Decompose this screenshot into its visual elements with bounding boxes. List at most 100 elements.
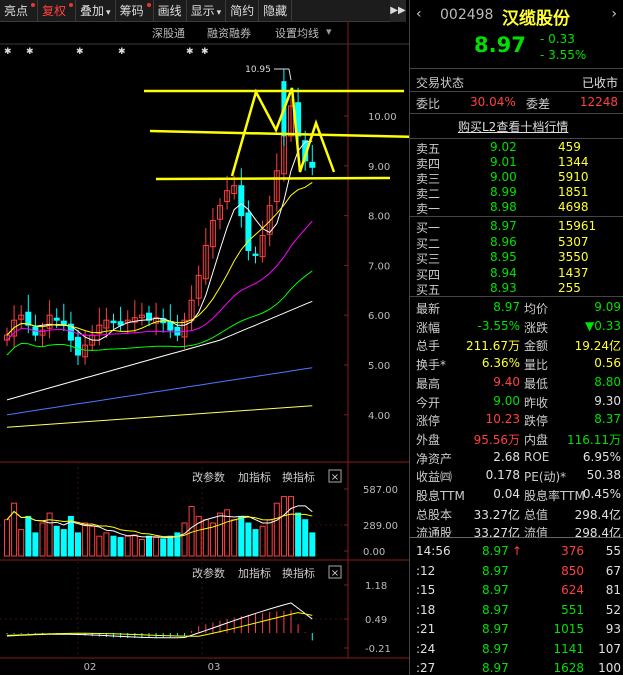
tick-row: 14:56 8.97 ↑ 376 55 — [410, 541, 623, 560]
tick-time: :24 — [416, 641, 436, 656]
high-price-label: 10.95 — [245, 65, 271, 75]
stat-label: 外盘 — [416, 432, 441, 447]
volume-bar — [309, 532, 316, 557]
candle-body — [252, 253, 259, 256]
kline-chart-area[interactable]: 10.00 9.00 8.00 7.00 6.00 5.00 4.00 ✱ ✱ ✱ ✱ ✱ ✱ 10.95… — [0, 0, 409, 675]
stat-value: 2.68 — [493, 449, 520, 464]
volume-bar — [252, 529, 259, 557]
bid-volume: 15961 — [558, 219, 597, 233]
stat-label: ROE — [524, 449, 550, 464]
event-marker-icon: ✱ — [26, 47, 34, 57]
tick-volume: 1015 — [553, 622, 584, 636]
volume-bar — [18, 529, 25, 557]
volume-bar — [131, 534, 138, 557]
ask-row: 卖三 9.00 5910 — [410, 170, 623, 186]
volume-bar — [124, 535, 131, 557]
stats-row: 总手 211.67万 金额 19.24亿 — [410, 335, 623, 354]
price-tick-label: 9.00 — [368, 162, 390, 173]
stat-label: 最低 — [524, 376, 549, 391]
toolbar-item-3[interactable]: 筹码 — [116, 0, 154, 22]
stat-label: 股息率TTM — [524, 489, 585, 503]
toolbar-item-4[interactable]: 画线 — [154, 0, 187, 22]
prev-stock-icon[interactable]: ‹ — [416, 6, 422, 22]
candle-body — [167, 321, 174, 331]
buy-level2-link[interactable]: 购买L2查看十档行情 — [458, 118, 568, 135]
date-axis-label: 02 — [84, 662, 97, 673]
macd-axis-label: 1.18 — [365, 581, 387, 592]
volume-bar — [295, 512, 302, 557]
stat-label: 量比 — [524, 358, 549, 373]
volume-bar — [110, 535, 117, 557]
bid-price: 8.95 — [490, 250, 517, 264]
vol-axis-label: 0.00 — [363, 547, 385, 558]
stat-value: 8.37 — [594, 412, 621, 427]
bid-volume: 3550 — [558, 250, 589, 264]
next-stock-icon[interactable]: › — [611, 6, 617, 22]
tick-count: 100 — [598, 661, 621, 675]
toolbar-item-2[interactable]: 叠加 ▾ — [76, 0, 116, 22]
vol-ma5-line — [6, 505, 313, 539]
vol-edit-params-button[interactable]: 改参数 — [192, 470, 225, 484]
drawn-neckline — [149, 129, 409, 139]
toolbar-more-button[interactable]: ▶▶ — [390, 0, 406, 22]
stat-value: 116.11万 — [567, 432, 621, 447]
volume-bar — [288, 496, 294, 557]
shenzhen-connect-toggle[interactable]: 深股通 — [152, 25, 185, 41]
vol-axis-label: 587.00 — [363, 485, 398, 496]
tick-count: 55 — [605, 544, 621, 558]
tick-volume: 551 — [561, 602, 584, 617]
price-tick-label: 7.00 — [368, 261, 390, 272]
tick-time: :12 — [416, 563, 436, 578]
macd-axis-label: -0.21 — [365, 644, 391, 655]
event-marker-icon: ✱ — [4, 47, 12, 57]
price-change-pct: - 3.55% — [540, 48, 587, 62]
toolbar-item-1[interactable]: 复权 — [38, 0, 77, 22]
tick-price: 8.97 — [482, 544, 509, 558]
ask-row: 卖四 9.01 1344 — [410, 155, 623, 171]
chevron-down-icon[interactable]: ▾ — [326, 25, 332, 38]
ma5-line — [6, 140, 313, 341]
volume-bar — [273, 502, 280, 557]
volume-bar — [217, 512, 223, 557]
stat-label: 涨跌 — [524, 320, 549, 335]
stat-value: 33.27亿 — [473, 507, 520, 522]
event-marker-icon: ✱ — [186, 47, 194, 57]
notification-dot-icon — [31, 3, 36, 7]
bid-row: 买五 8.93 255 — [410, 281, 623, 297]
volume-bar — [160, 538, 167, 557]
price-tick-label: 4.00 — [368, 411, 390, 422]
vol-switch-indicator-button[interactable]: 换指标 — [282, 470, 315, 484]
bid-row: 买一 8.97 15961 — [410, 219, 623, 235]
stat-value: -3.55% — [477, 318, 520, 333]
tick-price: 8.97 — [482, 622, 509, 636]
stats-row: 总股本 33.27亿 总值 298.4亿 — [410, 504, 623, 523]
bid-volume: 1437 — [558, 265, 589, 280]
toolbar-item-7[interactable]: 隐藏 — [259, 0, 293, 22]
macd-add-indicator-button[interactable]: 加指标 — [238, 566, 271, 580]
ask-volume: 4698 — [558, 200, 589, 214]
stat-label: 昨收 — [524, 395, 549, 410]
margin-trading-toggle[interactable]: 融资融券 — [207, 25, 251, 41]
candle-body — [238, 185, 245, 217]
volume-bar — [117, 537, 124, 557]
ma-settings-button[interactable]: 设置均线 — [275, 25, 319, 41]
macd-switch-indicator-button[interactable]: 换指标 — [282, 566, 315, 580]
tick-row: :18 8.97 551 52 — [410, 600, 623, 619]
tick-volume: 376 — [561, 544, 584, 558]
toolbar-item-6[interactable]: 简约 — [226, 0, 260, 22]
toolbar-item-5[interactable]: 显示 ▾ — [187, 0, 227, 22]
stat-label: 收益㈣ — [416, 470, 453, 485]
candle-body — [245, 212, 252, 251]
stat-label: 涨幅 — [416, 320, 441, 335]
toolbar-item-0[interactable]: 亮点 — [0, 0, 39, 22]
bid-volume: 255 — [558, 281, 581, 295]
vol-add-indicator-button[interactable]: 加指标 — [238, 470, 271, 484]
stat-value: 298.4亿 — [574, 526, 621, 541]
ask-price: 9.00 — [490, 170, 517, 184]
tick-count: 81 — [605, 583, 621, 597]
macd-edit-params-button[interactable]: 改参数 — [192, 566, 225, 580]
stat-label: 涨停 — [416, 414, 441, 429]
tick-price: 8.97 — [482, 661, 509, 675]
stat-value: 33.27亿 — [473, 526, 520, 541]
stats-row: 最高 9.40 最低 8.80 — [410, 373, 623, 392]
